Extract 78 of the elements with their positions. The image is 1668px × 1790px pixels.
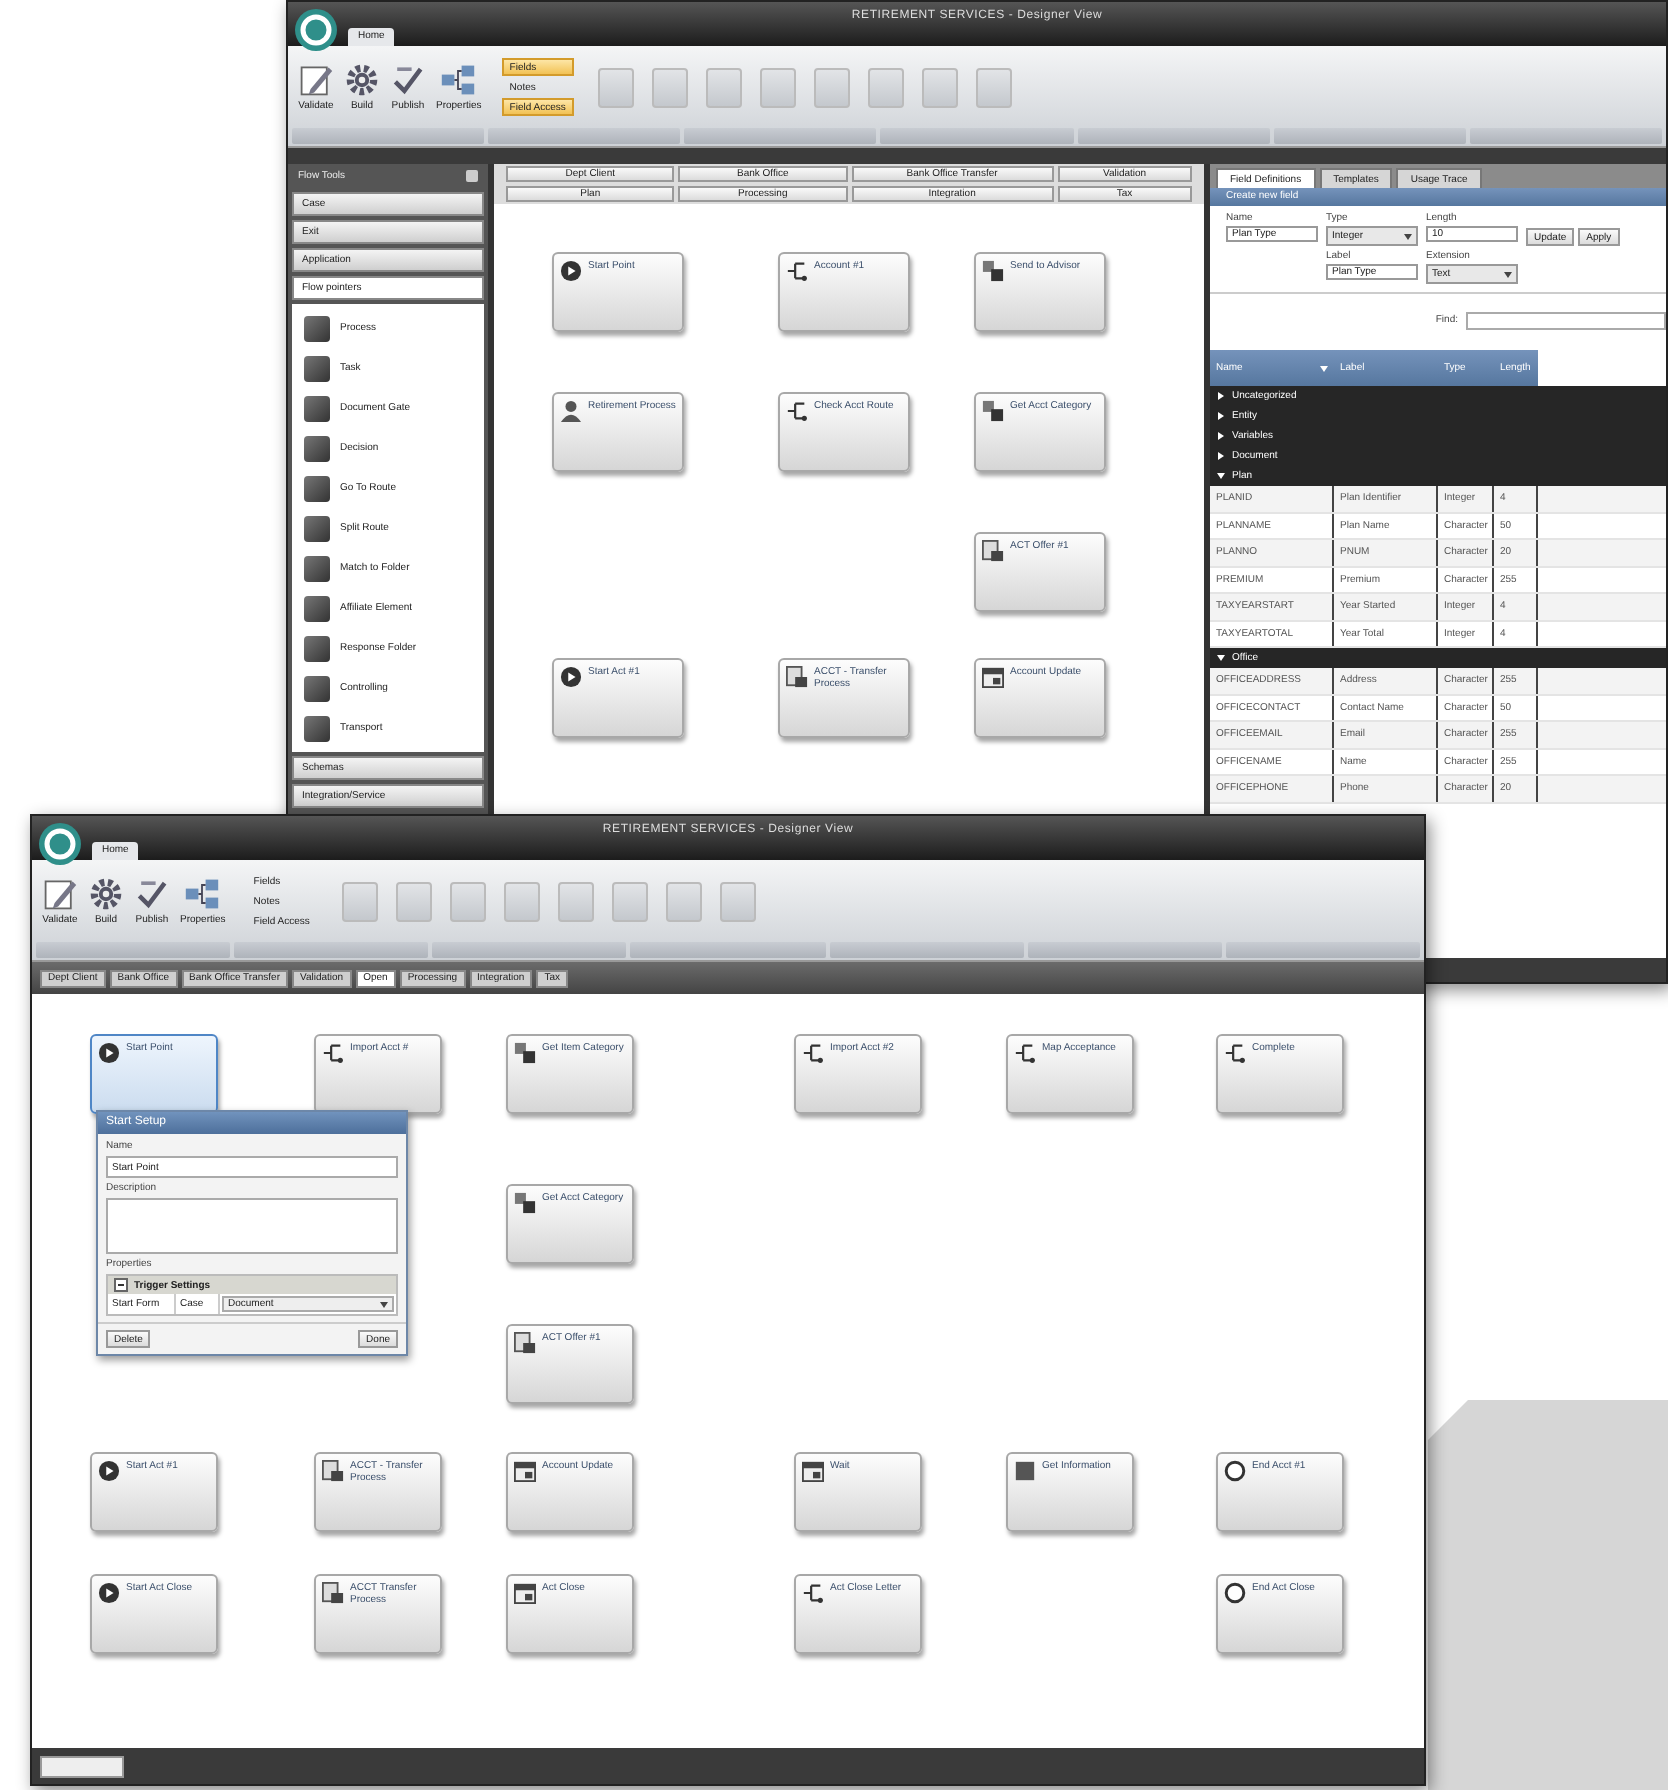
play-circle-icon: [98, 1582, 120, 1604]
greyed-tool-icon: [759, 67, 796, 107]
greyed-tool-icon: [597, 67, 634, 107]
calendar-icon: [514, 1460, 536, 1482]
greyed-tool-icon: [813, 67, 850, 107]
check-icon: [134, 876, 170, 912]
tool-icon: [304, 315, 330, 341]
play-circle-icon: [98, 1460, 120, 1482]
tool-icon: [304, 435, 330, 461]
tool-icon: [304, 395, 330, 421]
greyed-tool-icon: [867, 67, 904, 107]
pin-icon[interactable]: [466, 170, 478, 182]
expand-icon[interactable]: [1218, 412, 1224, 420]
status-field: [40, 1755, 124, 1777]
tool-icon: [304, 355, 330, 381]
square-icon: [1014, 1460, 1036, 1482]
ring-icon: [1224, 1460, 1246, 1482]
greyed-tool-icon: [651, 67, 688, 107]
diagram-icon: [184, 876, 221, 912]
branch-icon: [802, 1582, 824, 1604]
play-circle-icon: [560, 666, 582, 688]
branch-icon: [322, 1042, 344, 1064]
tool-icon: [304, 715, 330, 741]
expand-icon[interactable]: [1217, 473, 1225, 479]
expand-icon[interactable]: [1218, 452, 1224, 460]
branch-icon: [1014, 1042, 1036, 1064]
greyed-tool-icon: [665, 881, 702, 921]
tools-icon: [514, 1192, 536, 1214]
tools-icon: [514, 1042, 536, 1064]
greyed-tool-icon: [921, 67, 958, 107]
greyed-tool-icon: [449, 881, 486, 921]
tools-icon: [982, 260, 1004, 282]
play-circle-icon: [560, 260, 582, 282]
diagram-icon: [440, 62, 477, 98]
branch-icon: [786, 260, 808, 282]
greyed-tool-icon: [611, 881, 648, 921]
expand-icon[interactable]: [1217, 655, 1225, 661]
document-icon: [322, 1582, 344, 1604]
greyed-tool-icon: [395, 881, 432, 921]
greyed-tool-icon: [975, 67, 1012, 107]
greyed-tool-icon: [557, 881, 594, 921]
ring-icon: [1224, 1582, 1246, 1604]
document-icon: [786, 666, 808, 688]
pencil-icon: [42, 876, 78, 912]
document-icon: [322, 1460, 344, 1482]
person-icon: [560, 400, 582, 422]
play-circle-icon: [98, 1042, 120, 1064]
document-icon: [514, 1332, 536, 1354]
calendar-icon: [802, 1460, 824, 1482]
sort-icon: [1320, 365, 1328, 371]
branch-icon: [802, 1042, 824, 1064]
expand-icon[interactable]: [1218, 432, 1224, 440]
find-field[interactable]: [1466, 311, 1666, 329]
tool-icon: [304, 675, 330, 701]
expand-icon[interactable]: [1218, 392, 1224, 400]
gear-icon: [344, 62, 380, 98]
tool-icon: [304, 515, 330, 541]
collapse-icon[interactable]: [114, 1278, 128, 1292]
calendar-icon: [982, 666, 1004, 688]
greyed-tool-icon: [719, 881, 756, 921]
document-icon: [982, 540, 1004, 562]
tool-icon: [304, 555, 330, 581]
tool-icon: [304, 595, 330, 621]
description-field[interactable]: [106, 1198, 398, 1254]
pencil-icon: [298, 62, 334, 98]
gear-icon: [88, 876, 124, 912]
tool-icon: [304, 475, 330, 501]
calendar-icon: [514, 1582, 536, 1604]
check-icon: [390, 62, 426, 98]
tools-icon: [982, 400, 1004, 422]
greyed-tool-icon: [705, 67, 742, 107]
app-logo-icon[interactable]: [38, 822, 82, 866]
greyed-tool-icon: [503, 881, 540, 921]
app-logo-icon[interactable]: [294, 8, 338, 52]
branch-icon: [786, 400, 808, 422]
greyed-tool-icon: [341, 881, 378, 921]
tool-icon: [304, 635, 330, 661]
branch-icon: [1224, 1042, 1246, 1064]
